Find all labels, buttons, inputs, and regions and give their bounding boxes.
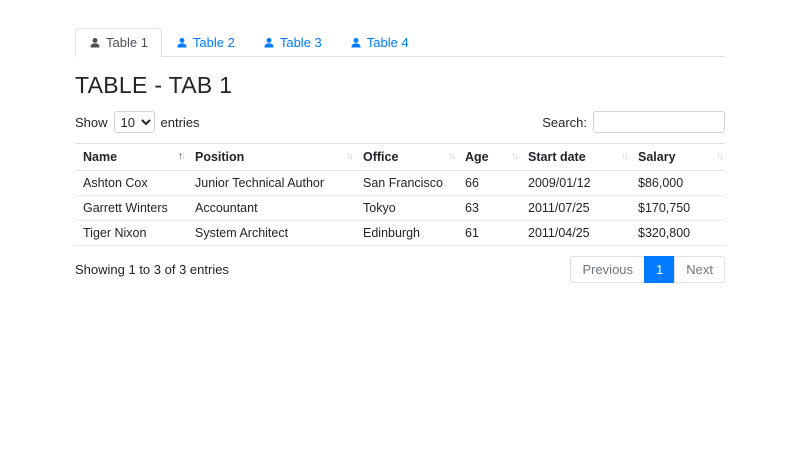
column-header-name[interactable]: Name ↑↓ — [75, 143, 187, 171]
table-footer: Showing 1 to 3 of 3 entries Previous 1 N… — [75, 256, 725, 283]
column-header-office[interactable]: Office ↑↓ — [355, 143, 457, 171]
tab-label: Table 2 — [192, 35, 235, 50]
search-control: Search: — [542, 111, 725, 133]
page-length-control: Show 10 entries — [75, 111, 200, 133]
table-row: Ashton Cox Junior Technical Author San F… — [75, 170, 725, 196]
table-row: Tiger Nixon System Architect Edinburgh 6… — [75, 220, 725, 246]
column-header-start-date[interactable]: Start date ↑↓ — [520, 143, 630, 171]
column-header-salary[interactable]: Salary ↑↓ — [630, 143, 725, 171]
data-table: Name ↑↓ Position ↑↓ Office ↑↓ Age ↑↓ Sta… — [75, 143, 725, 246]
column-header-position[interactable]: Position ↑↓ — [187, 143, 355, 171]
table-header-row: Name ↑↓ Position ↑↓ Office ↑↓ Age ↑↓ Sta… — [75, 143, 725, 171]
tab-label: Table 3 — [279, 35, 322, 50]
tab-table-2[interactable]: Table 2 — [162, 28, 249, 57]
pagination-page-1-button[interactable]: 1 — [644, 256, 676, 283]
search-label: Search: — [542, 114, 587, 130]
table-controls: Show 10 entries Search: — [75, 111, 725, 133]
sort-icon: ↑↓ — [621, 151, 629, 162]
table-row: Garrett Winters Accountant Tokyo 63 2011… — [75, 195, 725, 221]
cell-office: Tokyo — [355, 195, 457, 221]
cell-age: 66 — [457, 170, 520, 196]
sort-icon: ↑↓ — [448, 151, 456, 162]
column-header-age[interactable]: Age ↑↓ — [457, 143, 520, 171]
cell-start-date: 2011/04/25 — [520, 220, 630, 246]
sort-icon: ↑↓ — [346, 151, 354, 162]
page-title: TABLE - TAB 1 — [75, 72, 233, 98]
page-length-select[interactable]: 10 — [113, 111, 155, 133]
cell-age: 63 — [457, 195, 520, 221]
sort-icon: ↑↓ — [511, 151, 519, 162]
cell-start-date: 2011/07/25 — [520, 195, 630, 221]
person-icon — [264, 37, 274, 47]
cell-salary: $170,750 — [630, 195, 725, 221]
tab-table-3[interactable]: Table 3 — [249, 28, 336, 57]
pagination: Previous 1 Next — [570, 256, 725, 283]
cell-office: Edinburgh — [355, 220, 457, 246]
cell-salary: $320,800 — [630, 220, 725, 246]
person-icon — [177, 37, 187, 47]
search-input[interactable] — [593, 111, 725, 133]
cell-position: Junior Technical Author — [187, 170, 355, 196]
person-icon — [351, 37, 361, 47]
cell-position: Accountant — [187, 195, 355, 221]
entries-label: entries — [160, 114, 200, 130]
show-label: Show — [75, 114, 108, 130]
cell-age: 61 — [457, 220, 520, 246]
cell-position: System Architect — [187, 220, 355, 246]
cell-start-date: 2009/01/12 — [520, 170, 630, 196]
tab-bar: Table 1 Table 2 Table 3 Table 4 — [75, 28, 725, 57]
cell-name: Tiger Nixon — [75, 220, 187, 246]
tab-label: Table 4 — [366, 35, 409, 50]
tab-table-1[interactable]: Table 1 — [75, 28, 162, 57]
sort-icon: ↑↓ — [178, 151, 186, 162]
cell-salary: $86,000 — [630, 170, 725, 196]
cell-name: Ashton Cox — [75, 170, 187, 196]
tab-label: Table 1 — [106, 35, 148, 50]
person-icon — [90, 37, 100, 47]
tab-table-4[interactable]: Table 4 — [336, 28, 423, 57]
pagination-previous-button[interactable]: Previous — [570, 256, 646, 283]
table-info: Showing 1 to 3 of 3 entries — [75, 262, 229, 277]
pagination-next-button[interactable]: Next — [674, 256, 725, 283]
cell-office: San Francisco — [355, 170, 457, 196]
cell-name: Garrett Winters — [75, 195, 187, 221]
sort-icon: ↑↓ — [716, 151, 724, 162]
main-container: Table 1 Table 2 Table 3 Table 4 TABLE - … — [75, 28, 725, 283]
